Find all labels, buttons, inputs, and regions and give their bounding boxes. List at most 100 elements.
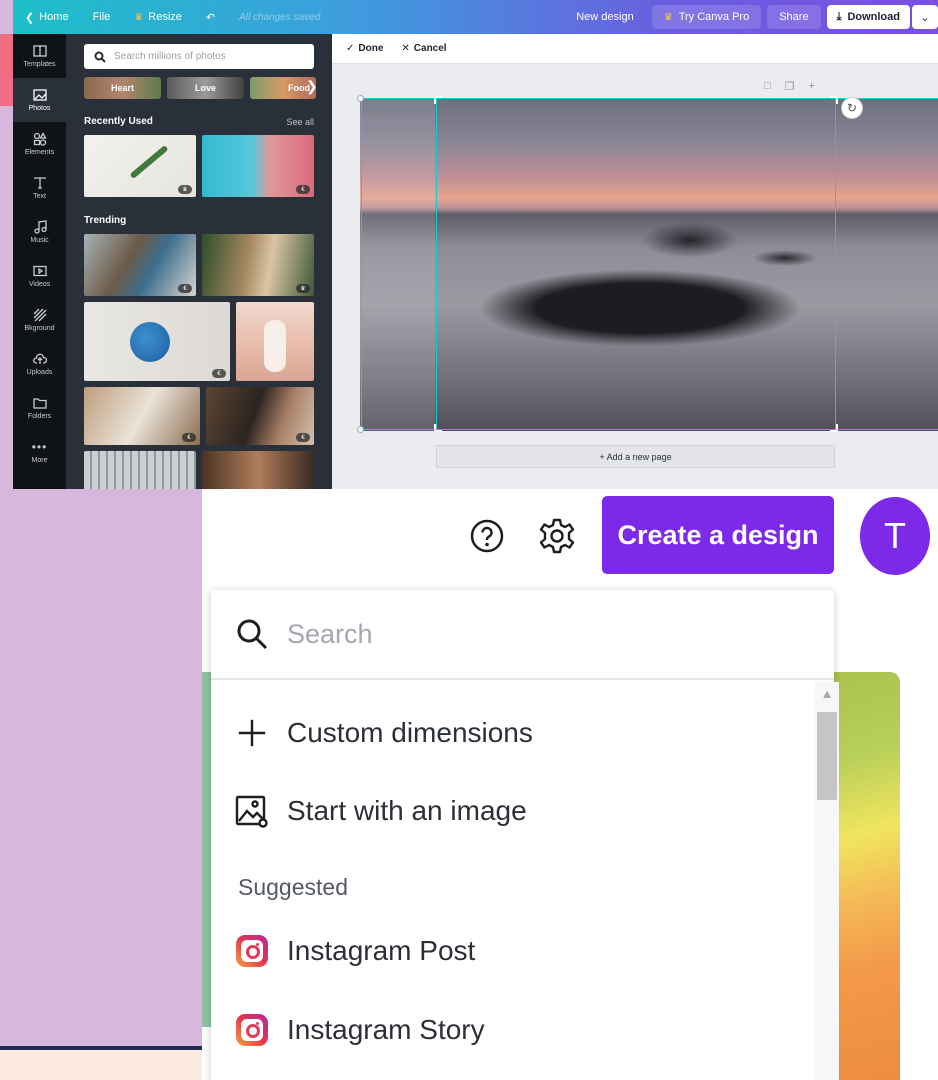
home-button[interactable]: ❮ Home <box>13 0 81 34</box>
chip-love[interactable]: Love <box>167 77 244 99</box>
note-icon[interactable]: □ <box>764 80 771 93</box>
photo-thumbnail[interactable]: ♛ <box>84 135 196 197</box>
save-status: All changes saved <box>239 11 321 23</box>
instagram-story-option[interactable]: Instagram Story <box>235 1013 485 1047</box>
photo-thumbnail[interactable]: € <box>84 387 200 445</box>
photo-thumbnail[interactable]: € <box>84 234 196 296</box>
rail-item-text[interactable]: Text <box>13 166 66 210</box>
rail-item-folders[interactable]: Folders <box>13 386 66 430</box>
canva-home-view: Create a design T Search Custom dimensio… <box>202 489 938 1080</box>
crop-corner-handle[interactable] <box>830 424 838 432</box>
background-strip <box>0 34 13 106</box>
image-upload-icon <box>235 794 269 828</box>
new-design-button[interactable]: New design <box>564 0 645 34</box>
crown-icon: ♛ <box>663 11 673 23</box>
chevron-left-icon: ❮ <box>25 11 35 24</box>
rail-item-templates[interactable]: Templates <box>13 34 66 78</box>
pro-badge-icon: € <box>178 284 192 293</box>
keyword-chips: Heart Love Food <box>84 77 316 99</box>
add-icon[interactable]: + <box>809 80 815 93</box>
scrollbar-thumb[interactable] <box>817 712 837 800</box>
download-button[interactable]: ⤓ Download <box>826 5 910 29</box>
plus-icon <box>235 716 269 750</box>
home-label: Home <box>39 11 69 23</box>
pro-badge-icon: € <box>296 433 310 442</box>
file-menu[interactable]: File <box>81 0 123 34</box>
undo-icon: ↶ <box>205 11 216 24</box>
rail-item-uploads[interactable]: Uploads <box>13 342 66 386</box>
share-button[interactable]: Share <box>767 5 821 29</box>
rail-label: Folders <box>27 413 52 420</box>
crop-toolbar: ✓ Done ✕ Cancel <box>332 34 938 64</box>
check-icon: ✓ <box>346 43 355 54</box>
photo-thumbnail[interactable]: ♛ <box>202 234 314 296</box>
design-search-input[interactable]: Search <box>211 590 834 680</box>
crop-corner-handle[interactable] <box>830 96 838 104</box>
resize-button[interactable]: ♛ Resize <box>122 0 194 34</box>
folders-icon <box>32 398 47 409</box>
rail-label: Text <box>33 193 46 200</box>
search-placeholder: Search <box>287 618 373 649</box>
rail-label: Templates <box>23 61 56 68</box>
photos-panel: Search millions of photos Heart Love Foo… <box>66 34 332 489</box>
rail-item-music[interactable]: Music <box>13 210 66 254</box>
suggested-heading: Suggested <box>238 874 348 900</box>
page-tools: □ ❐ + <box>764 80 815 93</box>
side-rail: Templates Photos Elements Text Music Vid… <box>13 34 66 489</box>
instagram-post-option[interactable]: Instagram Post <box>235 934 475 968</box>
crop-corner-handle[interactable] <box>434 424 442 432</box>
resize-handle[interactable] <box>357 426 364 433</box>
rail-item-more[interactable]: ••• More <box>13 430 66 474</box>
download-options-button[interactable]: ⌄ <box>912 5 938 29</box>
avatar[interactable]: T <box>860 497 930 575</box>
pro-badge-icon: € <box>182 433 196 442</box>
create-design-button[interactable]: Create a design <box>602 496 834 574</box>
rail-item-background[interactable]: Bkground <box>13 298 66 342</box>
rail-label: Bkground <box>24 325 55 332</box>
resize-handle[interactable] <box>357 95 364 102</box>
photo-thumbnail[interactable] <box>202 451 314 489</box>
uploads-icon <box>32 353 47 364</box>
try-pro-label: Try Canva Pro <box>678 11 750 23</box>
chip-heart[interactable]: Heart <box>84 77 161 99</box>
chevron-right-icon[interactable]: ❯ <box>306 78 318 95</box>
rail-label: Photos <box>28 105 51 112</box>
photo-search-input[interactable]: Search millions of photos <box>84 44 314 69</box>
help-icon[interactable] <box>470 519 504 553</box>
instagram-icon <box>235 1013 269 1047</box>
add-page-button[interactable]: + Add a new page <box>436 445 835 468</box>
rail-item-elements[interactable]: Elements <box>13 122 66 166</box>
videos-icon <box>32 265 47 277</box>
search-placeholder: Search millions of photos <box>114 51 226 62</box>
rail-item-videos[interactable]: Videos <box>13 254 66 298</box>
start-with-image-option[interactable]: Start with an image <box>235 794 527 828</box>
photo-thumbnail[interactable] <box>84 451 196 489</box>
photo-thumbnail[interactable]: € <box>84 302 230 381</box>
try-pro-button[interactable]: ♛ Try Canva Pro <box>651 5 762 29</box>
scroll-up-arrow-icon[interactable]: ▲ <box>815 682 839 704</box>
trending-heading: Trending <box>84 215 127 226</box>
search-icon <box>94 51 106 63</box>
crop-frame[interactable] <box>436 98 836 430</box>
pro-badge-icon: € <box>212 369 226 378</box>
search-icon <box>237 619 268 650</box>
cancel-button[interactable]: ✕ Cancel <box>401 43 446 54</box>
photo-thumbnail[interactable]: € <box>206 387 314 445</box>
crown-icon: ♛ <box>296 284 310 293</box>
photo-thumbnail[interactable] <box>236 302 314 381</box>
rail-item-photos[interactable]: Photos <box>13 78 66 122</box>
done-button[interactable]: ✓ Done <box>346 43 383 54</box>
gear-icon[interactable] <box>538 517 576 555</box>
rotate-button[interactable]: ↻ <box>841 97 863 119</box>
photo-thumbnail[interactable]: € <box>202 135 314 197</box>
background-band <box>0 1046 202 1080</box>
see-all-link[interactable]: See all <box>286 117 314 127</box>
custom-dimensions-option[interactable]: Custom dimensions <box>235 716 533 750</box>
duplicate-icon[interactable]: ❐ <box>785 80 795 93</box>
rail-label: More <box>31 457 48 464</box>
recently-used-heading: Recently Used <box>84 116 153 127</box>
elements-icon <box>33 132 47 146</box>
crown-icon: ♛ <box>178 185 192 194</box>
undo-button[interactable]: ↶ <box>194 0 227 34</box>
crop-corner-handle[interactable] <box>434 96 442 104</box>
